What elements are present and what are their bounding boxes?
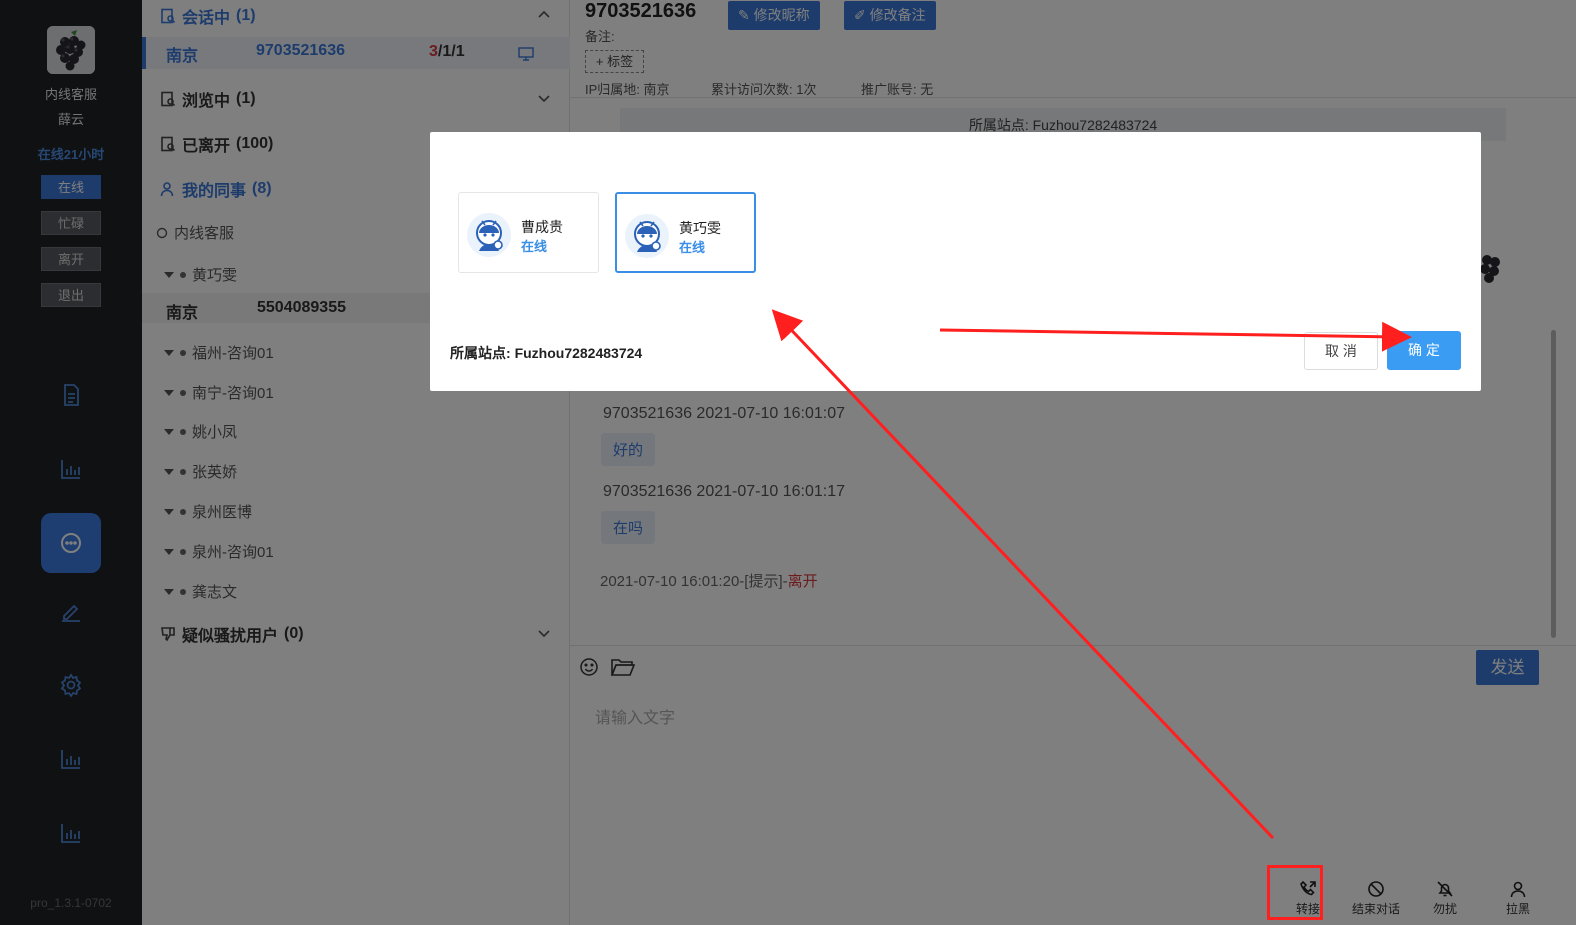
agent-ant-avatar-icon xyxy=(467,213,511,257)
confirm-button[interactable]: 确 定 xyxy=(1387,331,1461,370)
site-value: Fuzhou7282483724 xyxy=(514,345,643,361)
agent-status: 在线 xyxy=(679,240,706,255)
agent-card[interactable]: 曹成贵 在线 xyxy=(458,192,599,273)
agent-ant-avatar-icon xyxy=(625,214,669,258)
cancel-button[interactable]: 取 消 xyxy=(1304,332,1378,370)
agent-card-selected[interactable]: 黄巧雯 在线 xyxy=(615,192,756,273)
agent-name: 曹成贵 xyxy=(521,219,563,235)
site-label: 所属站点: xyxy=(450,345,511,361)
transfer-dialog: 曹成贵 在线 黄巧雯 在线 所属站点: Fuzhou7282483724 取 消… xyxy=(430,132,1481,391)
agent-status: 在线 xyxy=(521,239,548,254)
dialog-site-info: 所属站点: Fuzhou7282483724 xyxy=(450,343,642,363)
agent-name: 黄巧雯 xyxy=(679,220,721,236)
